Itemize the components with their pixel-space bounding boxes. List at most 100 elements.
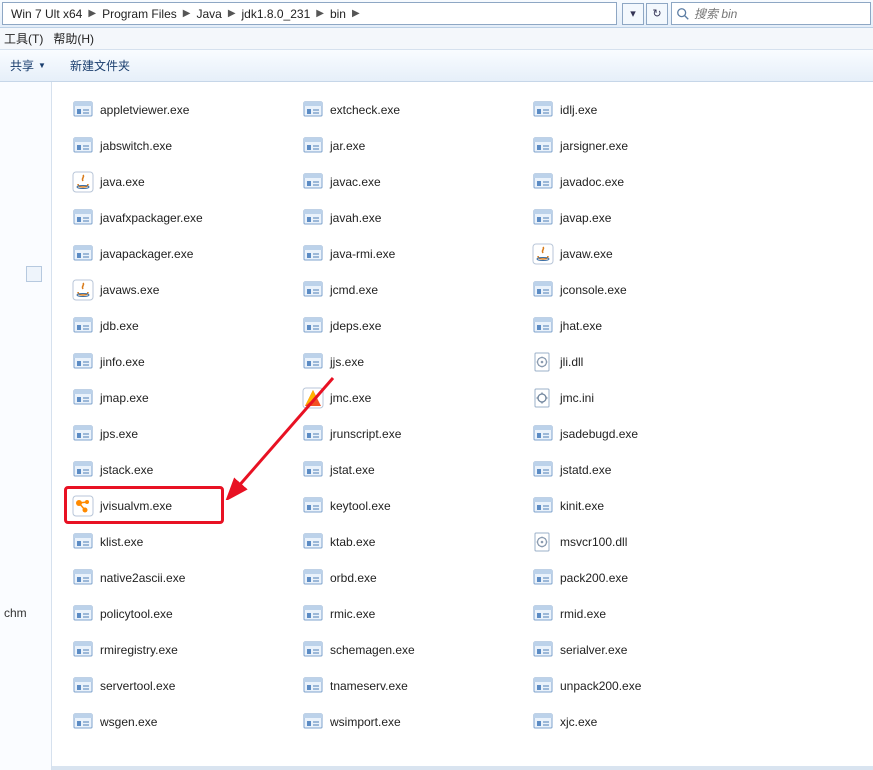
file-item[interactable]: javapackager.exe bbox=[68, 236, 298, 272]
file-item[interactable]: jmap.exe bbox=[68, 380, 298, 416]
tree-node-label[interactable]: chm bbox=[4, 606, 27, 620]
breadcrumb-segment[interactable]: jdk1.8.0_231 bbox=[238, 3, 315, 24]
menu-help[interactable]: 帮助(H) bbox=[53, 30, 94, 47]
file-label: klist.exe bbox=[100, 535, 143, 549]
file-item[interactable]: ktab.exe bbox=[298, 524, 528, 560]
file-item[interactable]: jvisualvm.exe bbox=[68, 488, 298, 524]
new-folder-label: 新建文件夹 bbox=[70, 57, 130, 74]
file-item[interactable]: orbd.exe bbox=[298, 560, 528, 596]
file-item[interactable]: appletviewer.exe bbox=[68, 92, 298, 128]
file-item[interactable]: jstatd.exe bbox=[528, 452, 758, 488]
file-label: idlj.exe bbox=[560, 103, 597, 117]
exe-icon bbox=[302, 423, 324, 445]
exe-icon bbox=[72, 459, 94, 481]
exe-icon bbox=[532, 171, 554, 193]
file-label: kinit.exe bbox=[560, 499, 604, 513]
file-item[interactable]: javah.exe bbox=[298, 200, 528, 236]
file-item[interactable]: servertool.exe bbox=[68, 668, 298, 704]
file-label: javah.exe bbox=[330, 211, 381, 225]
exe-icon bbox=[302, 351, 324, 373]
file-item[interactable]: java-rmi.exe bbox=[298, 236, 528, 272]
file-item[interactable]: unpack200.exe bbox=[528, 668, 758, 704]
file-item[interactable]: kinit.exe bbox=[528, 488, 758, 524]
file-item[interactable]: extcheck.exe bbox=[298, 92, 528, 128]
file-item[interactable]: rmiregistry.exe bbox=[68, 632, 298, 668]
file-item[interactable]: javaws.exe bbox=[68, 272, 298, 308]
file-label: jstat.exe bbox=[330, 463, 375, 477]
file-item[interactable]: tnameserv.exe bbox=[298, 668, 528, 704]
search-input[interactable] bbox=[694, 7, 866, 21]
file-item[interactable]: msvcr100.dll bbox=[528, 524, 758, 560]
file-item[interactable]: jjs.exe bbox=[298, 344, 528, 380]
file-label: jli.dll bbox=[560, 355, 583, 369]
file-item[interactable]: xjc.exe bbox=[528, 704, 758, 740]
exe-icon bbox=[72, 207, 94, 229]
new-folder-button[interactable]: 新建文件夹 bbox=[70, 57, 130, 74]
file-item[interactable]: jrunscript.exe bbox=[298, 416, 528, 452]
file-item[interactable]: jhat.exe bbox=[528, 308, 758, 344]
file-label: java-rmi.exe bbox=[330, 247, 395, 261]
file-item[interactable]: javadoc.exe bbox=[528, 164, 758, 200]
file-item[interactable]: wsimport.exe bbox=[298, 704, 528, 740]
file-item[interactable]: javafxpackager.exe bbox=[68, 200, 298, 236]
file-item[interactable]: keytool.exe bbox=[298, 488, 528, 524]
main-area: chm appletviewer.exeextcheck.exe idlj.exe… bbox=[0, 82, 873, 770]
file-label: jvisualvm.exe bbox=[100, 499, 172, 513]
share-button[interactable]: 共享 ▼ bbox=[10, 57, 46, 74]
breadcrumb[interactable]: Win 7 Ult x64▶Program Files▶Java▶jdk1.8.… bbox=[2, 2, 617, 25]
file-item[interactable]: javaw.exe bbox=[528, 236, 758, 272]
file-label: jmc.ini bbox=[560, 391, 594, 405]
file-item[interactable]: jstat.exe bbox=[298, 452, 528, 488]
file-item[interactable]: rmic.exe bbox=[298, 596, 528, 632]
file-label: javaws.exe bbox=[100, 283, 159, 297]
exe-icon bbox=[532, 207, 554, 229]
history-dropdown-button[interactable]: ▾ bbox=[622, 3, 644, 25]
file-item[interactable]: native2ascii.exe bbox=[68, 560, 298, 596]
file-item[interactable]: jdb.exe bbox=[68, 308, 298, 344]
file-item[interactable]: jconsole.exe bbox=[528, 272, 758, 308]
breadcrumb-segment[interactable]: Program Files bbox=[98, 3, 181, 24]
file-item[interactable]: jli.dll bbox=[528, 344, 758, 380]
search-box[interactable] bbox=[671, 2, 871, 25]
file-item[interactable]: wsgen.exe bbox=[68, 704, 298, 740]
menu-tools[interactable]: 工具(T) bbox=[4, 30, 43, 47]
file-item[interactable]: java.exe bbox=[68, 164, 298, 200]
file-label: java.exe bbox=[100, 175, 145, 189]
file-item[interactable]: klist.exe bbox=[68, 524, 298, 560]
file-item[interactable]: idlj.exe bbox=[528, 92, 758, 128]
file-item[interactable]: policytool.exe bbox=[68, 596, 298, 632]
file-item[interactable]: jar.exe bbox=[298, 128, 528, 164]
nav-sidebar[interactable]: chm bbox=[0, 82, 52, 770]
file-item[interactable]: pack200.exe bbox=[528, 560, 758, 596]
chevron-right-icon: ▶ bbox=[350, 8, 362, 19]
address-bar: Win 7 Ult x64▶Program Files▶Java▶jdk1.8.… bbox=[0, 0, 873, 28]
exe-icon bbox=[72, 711, 94, 733]
exe-icon bbox=[302, 675, 324, 697]
exe-icon bbox=[532, 639, 554, 661]
file-item[interactable]: jstack.exe bbox=[68, 452, 298, 488]
file-item[interactable]: javap.exe bbox=[528, 200, 758, 236]
breadcrumb-segment[interactable]: Java bbox=[192, 3, 225, 24]
file-label: jrunscript.exe bbox=[330, 427, 401, 441]
file-pane[interactable]: appletviewer.exeextcheck.exe idlj.exe jabs… bbox=[52, 82, 873, 770]
file-item[interactable]: schemagen.exe bbox=[298, 632, 528, 668]
file-label: jstack.exe bbox=[100, 463, 153, 477]
file-item[interactable]: jmc.ini bbox=[528, 380, 758, 416]
file-item[interactable]: jps.exe bbox=[68, 416, 298, 452]
file-item[interactable]: jdeps.exe bbox=[298, 308, 528, 344]
file-item[interactable]: jsadebugd.exe bbox=[528, 416, 758, 452]
file-label: msvcr100.dll bbox=[560, 535, 627, 549]
breadcrumb-segment[interactable]: Win 7 Ult x64 bbox=[7, 3, 86, 24]
file-item[interactable]: jinfo.exe bbox=[68, 344, 298, 380]
file-item[interactable]: jcmd.exe bbox=[298, 272, 528, 308]
file-item[interactable]: javac.exe bbox=[298, 164, 528, 200]
file-item[interactable]: serialver.exe bbox=[528, 632, 758, 668]
file-item[interactable]: jarsigner.exe bbox=[528, 128, 758, 164]
exe-icon bbox=[532, 675, 554, 697]
file-item[interactable]: jmc.exe bbox=[298, 380, 528, 416]
file-item[interactable]: jabswitch.exe bbox=[68, 128, 298, 164]
refresh-button[interactable]: ↻ bbox=[646, 3, 668, 25]
file-item[interactable]: rmid.exe bbox=[528, 596, 758, 632]
breadcrumb-segment[interactable]: bin bbox=[326, 3, 350, 24]
java-icon bbox=[532, 243, 554, 265]
